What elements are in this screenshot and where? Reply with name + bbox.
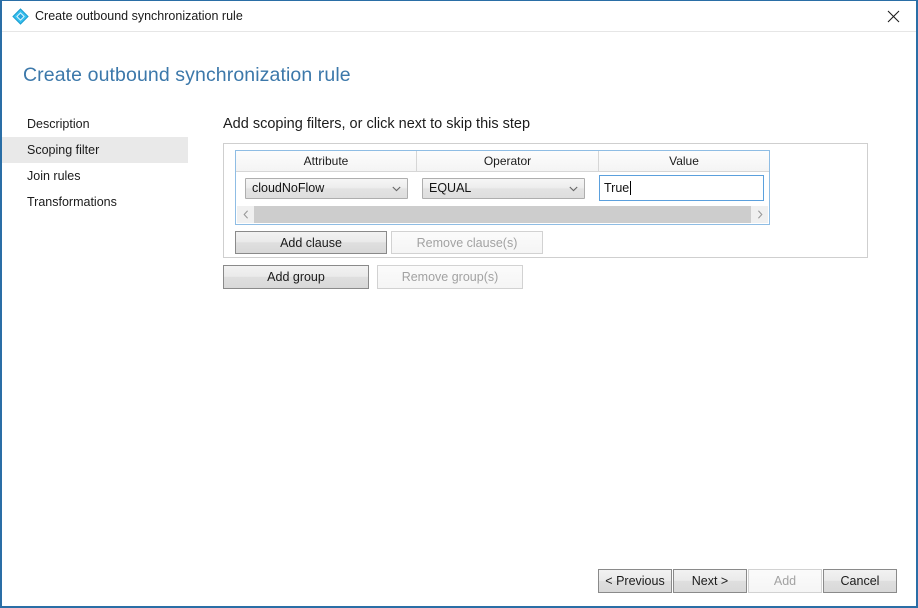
text-cursor [630,181,631,195]
add-clause-button[interactable]: Add clause [235,231,387,254]
sidebar-item-transformations[interactable]: Transformations [2,189,188,215]
chevron-right-icon [757,210,763,219]
create-outbound-sync-rule-window: Create outbound synchronization rule Cre… [0,0,918,608]
cancel-button[interactable]: Cancel [823,569,897,593]
sidebar-item-label: Scoping filter [27,143,100,157]
scoping-filter-group-panel: Attribute Operator Value cloudNoFlow EQU… [223,143,868,258]
window-title: Create outbound synchronization rule [35,9,243,23]
remove-group-button: Remove group(s) [377,265,523,289]
column-header-value[interactable]: Value [599,151,769,172]
clause-row: cloudNoFlow EQUAL True [236,173,769,203]
column-header-operator[interactable]: Operator [417,151,599,172]
clause-table-header: Attribute Operator Value [236,151,769,172]
chevron-down-icon [569,179,578,198]
value-input[interactable]: True [599,175,764,201]
remove-clause-button: Remove clause(s) [391,231,543,254]
add-button: Add [748,569,822,593]
operator-dropdown-value: EQUAL [429,181,472,195]
scroll-right-button[interactable] [751,206,768,223]
clause-list-panel: Attribute Operator Value cloudNoFlow EQU… [235,150,770,225]
page-title: Create outbound synchronization rule [23,64,351,86]
close-button[interactable] [871,1,916,31]
main-instruction-text: Add scoping filters, or click next to sk… [223,116,531,132]
value-input-text: True [604,181,630,195]
scroll-left-button[interactable] [237,206,254,223]
next-button[interactable]: Next > [673,569,747,593]
previous-button[interactable]: < Previous [598,569,672,593]
sidebar-item-label: Transformations [27,195,117,209]
column-header-attribute[interactable]: Attribute [236,151,417,172]
wizard-step-navigation: Description Scoping filter Join rules Tr… [2,111,188,215]
add-group-button[interactable]: Add group [223,265,369,289]
scrollbar-track[interactable] [254,206,751,223]
attribute-dropdown-value: cloudNoFlow [252,181,325,195]
sidebar-item-scoping-filter[interactable]: Scoping filter [2,137,188,163]
sidebar-item-join-rules[interactable]: Join rules [2,163,188,189]
title-bar-divider [2,31,916,32]
title-bar: Create outbound synchronization rule [2,1,916,32]
sidebar-item-label: Join rules [27,169,81,183]
clause-horizontal-scrollbar[interactable] [237,206,768,223]
close-icon [887,10,900,22]
attribute-dropdown[interactable]: cloudNoFlow [245,178,408,199]
operator-dropdown[interactable]: EQUAL [422,178,585,199]
chevron-left-icon [242,210,248,219]
chevron-down-icon [392,179,401,198]
sync-rule-diamond-icon [12,8,29,25]
sidebar-item-label: Description [27,117,90,131]
sidebar-item-description[interactable]: Description [2,111,188,137]
scrollbar-thumb[interactable] [254,206,751,223]
